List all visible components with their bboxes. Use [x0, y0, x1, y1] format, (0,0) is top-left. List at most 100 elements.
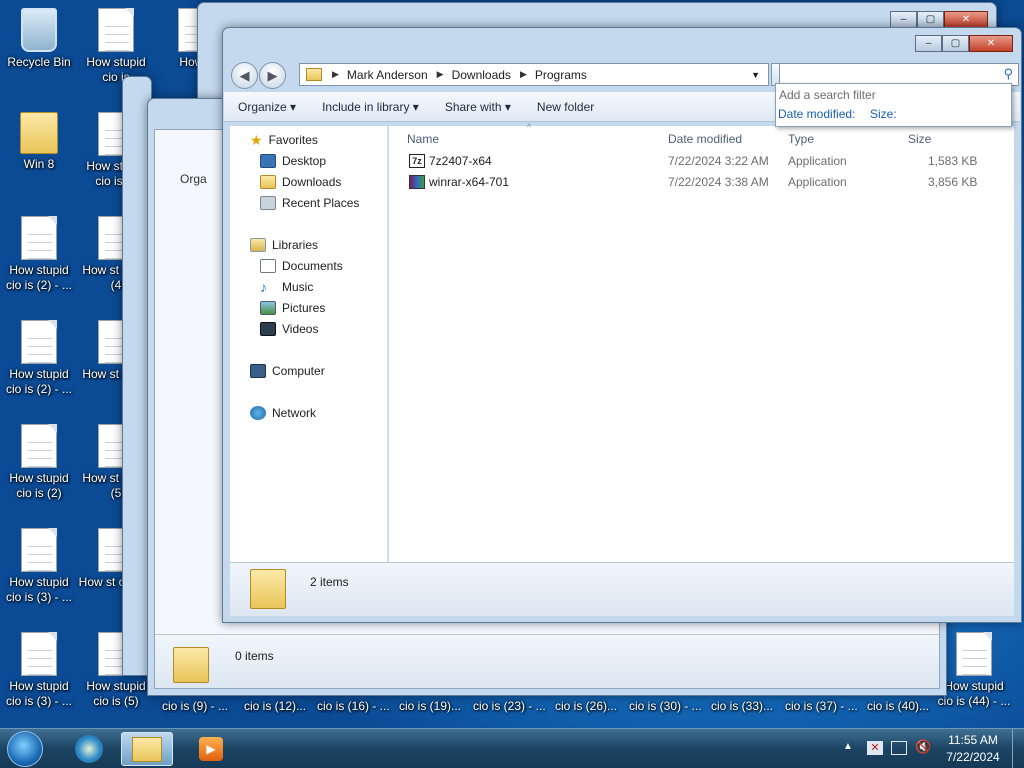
- include-in-library-button[interactable]: Include in library ▾: [322, 100, 419, 114]
- nav-network[interactable]: Network: [250, 404, 316, 422]
- nav-favorites[interactable]: ★ Favorites: [250, 131, 318, 149]
- column-header-name[interactable]: Name: [407, 132, 439, 146]
- breadcrumb-item[interactable]: Programs: [535, 68, 587, 82]
- maximize-button[interactable]: ▢: [942, 35, 969, 52]
- search-filter-title: Add a search filter: [779, 88, 876, 102]
- show-desktop-button[interactable]: [1012, 729, 1024, 768]
- breadcrumb-chevron-icon[interactable]: ▶: [520, 69, 527, 80]
- network-tray-icon[interactable]: [891, 741, 907, 755]
- action-center-icon[interactable]: ✕: [867, 741, 883, 755]
- nav-downloads[interactable]: Downloads: [260, 173, 341, 191]
- maximize-button[interactable]: ▢: [917, 11, 944, 28]
- desktop-doc-icon[interactable]: How stupid cio is: [78, 8, 154, 85]
- file-list: Name ^ Date modified Type Size 7z 7z2407…: [389, 122, 1014, 562]
- details-pane: 0 items: [155, 634, 939, 688]
- address-bar[interactable]: ▶ Mark Anderson ▶ Downloads ▶ Programs ▼…: [299, 63, 798, 86]
- nav-libraries[interactable]: Libraries: [250, 236, 318, 254]
- minimize-button[interactable]: –: [890, 11, 917, 28]
- organize-button[interactable]: Organize ▾: [238, 100, 296, 114]
- file-row[interactable]: winrar-x64-701 7/22/2024 3:38 AM Applica…: [389, 172, 1014, 193]
- window-caption-buttons: – ▢ ✕: [915, 35, 1013, 52]
- show-hidden-icons-chevron-icon[interactable]: ▲: [843, 741, 853, 752]
- close-button[interactable]: ✕: [944, 11, 988, 28]
- breadcrumb-chevron-icon[interactable]: ▶: [437, 69, 444, 80]
- 7zip-icon: 7z: [409, 154, 425, 168]
- folder-icon: [250, 569, 286, 609]
- file-date: 7/22/2024 3:38 AM: [668, 175, 769, 189]
- documents-icon: [260, 259, 276, 273]
- file-name: 7z2407-x64: [429, 154, 492, 168]
- date-modified-filter[interactable]: Date modified:: [778, 107, 855, 121]
- recycle-bin-icon[interactable]: Recycle Bin: [1, 8, 77, 70]
- nav-desktop[interactable]: Desktop: [260, 152, 326, 170]
- winrar-icon: [409, 175, 425, 189]
- folder-icon: [173, 647, 209, 683]
- taskbar: ▶ ▲ ✕ 🔇 11:55 AM 7/22/2024: [0, 728, 1024, 768]
- search-icon[interactable]: ⚲: [1003, 66, 1013, 82]
- size-filter[interactable]: Size:: [870, 107, 897, 121]
- folder-shortcut-icon[interactable]: Win 8: [1, 112, 77, 172]
- desktop-doc-icon[interactable]: How stupid cio is (44) - ...: [936, 632, 1012, 709]
- desktop-label: cio is (26)...: [555, 699, 618, 713]
- breadcrumb-chevron-icon[interactable]: ▶: [332, 69, 339, 80]
- minimize-button[interactable]: –: [915, 35, 942, 52]
- videos-icon: [260, 322, 276, 336]
- music-note-icon: ♪: [260, 279, 267, 295]
- organize-button-partial[interactable]: Orga: [180, 172, 207, 186]
- file-type: Application: [788, 154, 847, 168]
- start-button[interactable]: [7, 731, 43, 767]
- star-icon: ★: [250, 131, 263, 148]
- taskbar-browser-button[interactable]: [63, 732, 115, 766]
- column-header-size[interactable]: Size: [908, 132, 931, 146]
- search-input[interactable]: [784, 65, 994, 84]
- desktop-doc-icon[interactable]: How stupid cio is (3) - ...: [1, 632, 77, 709]
- file-row[interactable]: 7z 7z2407-x64 7/22/2024 3:22 AM Applicat…: [389, 151, 1014, 172]
- libraries-icon: [250, 238, 266, 252]
- volume-muted-icon[interactable]: 🔇: [915, 739, 931, 755]
- breadcrumb-item[interactable]: Mark Anderson: [347, 68, 428, 82]
- media-player-icon: ▶: [199, 737, 223, 761]
- clock-time[interactable]: 11:55 AM: [945, 733, 1001, 747]
- pictures-icon: [260, 301, 276, 315]
- navigation-pane: ★ Favorites Desktop Downloads Recent Plac…: [230, 126, 388, 562]
- nav-computer[interactable]: Computer: [250, 362, 325, 380]
- desktop-label: cio is (23) - ...: [473, 699, 546, 713]
- close-button[interactable]: ✕: [969, 35, 1013, 52]
- network-icon: [250, 406, 266, 420]
- back-button[interactable]: ◀: [231, 61, 258, 89]
- nav-documents[interactable]: Documents: [260, 257, 343, 275]
- clock-date[interactable]: 7/22/2024: [945, 750, 1001, 764]
- desktop-label: cio is (40)...: [867, 699, 930, 713]
- desktop-doc-icon[interactable]: How stupid cio is (2): [1, 424, 77, 501]
- new-folder-button[interactable]: New folder: [537, 100, 594, 114]
- desktop-icon: [260, 154, 276, 168]
- forward-button[interactable]: ▶: [259, 61, 286, 89]
- explorer-folder-icon: [132, 737, 162, 762]
- file-type: Application: [788, 175, 847, 189]
- desktop-label: cio is (37) - ...: [785, 699, 858, 713]
- file-size: 3,856 KB: [928, 175, 978, 189]
- browser-icon: [75, 735, 103, 763]
- desktop-doc-icon[interactable]: How stupid cio is (2) - ...: [1, 320, 77, 397]
- recent-places-icon: [260, 196, 276, 210]
- details-pane: 2 items: [230, 562, 1014, 616]
- desktop-label: cio is (19)...: [399, 699, 462, 713]
- nav-recent-places[interactable]: Recent Places: [260, 194, 359, 212]
- desktop-doc-icon[interactable]: How stupid cio is (2) - ...: [1, 216, 77, 293]
- nav-music[interactable]: ♪ Music: [260, 278, 313, 296]
- chevron-down-icon[interactable]: ▼: [751, 70, 760, 80]
- chevron-down-icon: ▾: [290, 99, 297, 114]
- desktop-doc-icon[interactable]: How stupid cio is (3) - ...: [1, 528, 77, 605]
- column-header-type[interactable]: Type: [788, 132, 814, 146]
- share-with-button[interactable]: Share with ▾: [445, 100, 511, 114]
- column-header-date[interactable]: Date modified: [668, 132, 742, 146]
- items-count: 0 items: [235, 649, 274, 663]
- desktop-label: cio is (12)...: [244, 699, 307, 713]
- taskbar-explorer-button[interactable]: [121, 732, 173, 766]
- nav-pictures[interactable]: Pictures: [260, 299, 325, 317]
- breadcrumb-item[interactable]: Downloads: [452, 68, 511, 82]
- downloads-folder-icon: [260, 175, 276, 189]
- nav-videos[interactable]: Videos: [260, 320, 318, 338]
- chevron-down-icon: ▾: [412, 99, 419, 114]
- taskbar-media-player-button[interactable]: ▶: [185, 732, 237, 766]
